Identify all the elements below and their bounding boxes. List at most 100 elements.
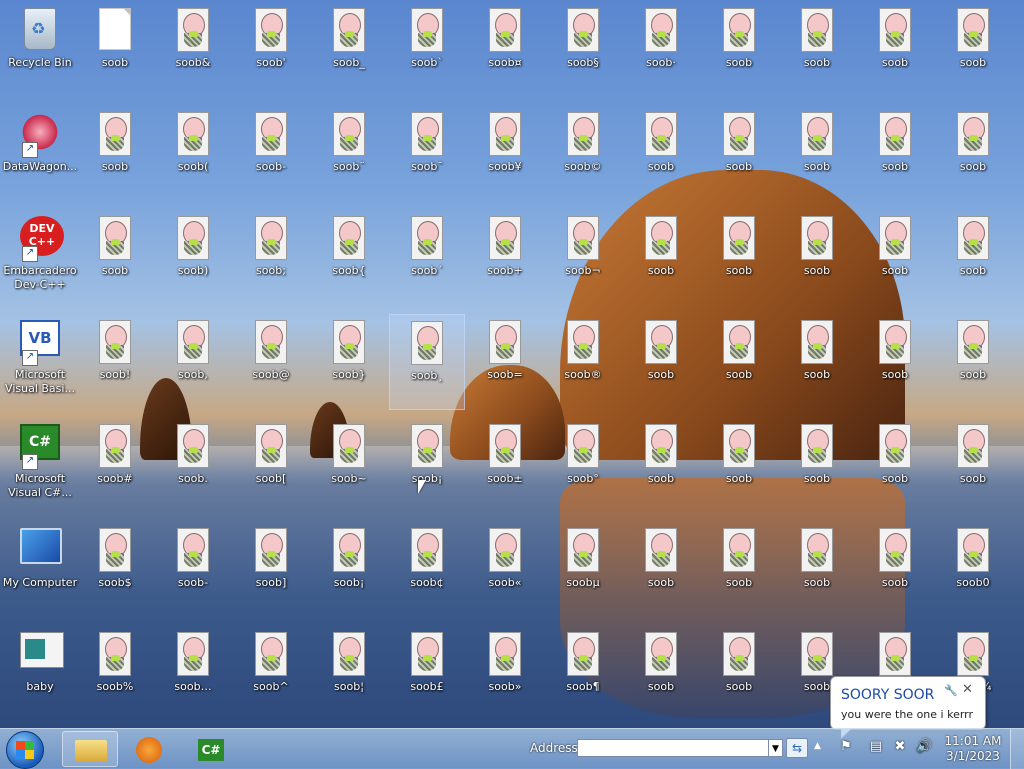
desktop-icon-soob[interactable]: soobµ (545, 522, 621, 618)
desktop-icon-soob[interactable]: soob_ (311, 2, 387, 98)
desktop-icon-soob[interactable]: soob, (155, 314, 231, 410)
desktop-icon-soob[interactable]: soob% (77, 626, 153, 722)
desktop-icon-soob[interactable]: soob (701, 210, 777, 306)
desktop-icon-my-computer[interactable]: My Computer (2, 522, 78, 618)
desktop-icon-soob[interactable]: soob (857, 418, 933, 514)
desktop-icon-soob[interactable]: soob° (545, 418, 621, 514)
desktop-icon-soob[interactable]: soob (857, 314, 933, 410)
address-go-button[interactable]: ⇆ (786, 738, 808, 758)
desktop-icon-soob[interactable]: soob (857, 2, 933, 98)
desktop-icon-soob[interactable]: soob( (155, 106, 231, 202)
wrench-icon[interactable]: 🔧 (944, 684, 958, 697)
taskbar-csharp-button[interactable]: C# (182, 731, 238, 767)
desktop-icon-soob[interactable]: soob- (155, 522, 231, 618)
desktop-icon-soob[interactable]: soob (701, 522, 777, 618)
volume-icon[interactable]: 🔊 (916, 739, 932, 755)
desktop-icon-soob[interactable]: soob´ (389, 210, 465, 306)
desktop-icon-soob[interactable]: soob. (155, 418, 231, 514)
desktop-icon-soob[interactable]: soob¬ (545, 210, 621, 306)
taskbar-explorer-button[interactable] (62, 731, 118, 767)
chevron-down-icon[interactable]: ▼ (769, 739, 783, 757)
desktop-icon-soob[interactable]: soob£ (389, 626, 465, 722)
desktop-icon-soob[interactable]: soob¥ (467, 106, 543, 202)
flag-error-icon[interactable]: ✖ (892, 739, 908, 755)
desktop-icon-visual-basic[interactable]: VB ↗ Microsoft Visual Basi... (2, 314, 78, 410)
desktop-icon-soob[interactable]: soob+ (467, 210, 543, 306)
address-input[interactable] (577, 739, 769, 757)
desktop-icon-soob[interactable]: soob¶ (545, 626, 621, 722)
desktop-icon-soob[interactable]: soob= (467, 314, 543, 410)
desktop-icon-soob[interactable]: soob! (77, 314, 153, 410)
desktop-icon-soob[interactable]: soob{ (311, 210, 387, 306)
desktop-icon-soob[interactable]: soob¤ (467, 2, 543, 98)
desktop-icon-soob[interactable]: soob« (467, 522, 543, 618)
notification-balloon[interactable]: SOORY SOOR 🔧 ✕ you were the one i kerrr (830, 676, 986, 739)
desktop-icon-soob[interactable]: soob… (155, 626, 231, 722)
desktop-icon-soob[interactable]: soob- (233, 106, 309, 202)
desktop-icon-soob[interactable]: soob] (233, 522, 309, 618)
desktop-icon-soob[interactable]: soob (935, 314, 1011, 410)
desktop-icon-soob[interactable]: soob& (155, 2, 231, 98)
desktop-icon-soob[interactable]: soob (77, 106, 153, 202)
desktop-icon-soob[interactable]: soob» (467, 626, 543, 722)
clock[interactable]: 11:01 AM 3/1/2023 (944, 734, 1002, 764)
desktop-icon-soob[interactable]: soob (623, 314, 699, 410)
desktop-icon-soob[interactable]: soob§ (545, 2, 621, 98)
action-center-icon[interactable]: ⚑ (838, 739, 854, 755)
close-icon[interactable]: ✕ (962, 682, 973, 697)
desktop-icon-soob[interactable]: soob (779, 106, 855, 202)
desktop-icon-soob[interactable]: soob# (77, 418, 153, 514)
desktop-icon-soob[interactable]: soob (779, 418, 855, 514)
desktop-icon-soob[interactable]: soob (623, 626, 699, 722)
desktop-icon-soob[interactable]: soob) (155, 210, 231, 306)
desktop-icon-soob[interactable]: soob¡ (311, 522, 387, 618)
desktop-icon-datawagon[interactable]: ↗ DataWagon... (2, 106, 78, 202)
desktop-icon-soob[interactable]: soob (779, 522, 855, 618)
desktop-icon-soob[interactable]: soob (701, 626, 777, 722)
desktop-icon-soob[interactable]: soob (623, 106, 699, 202)
desktop-icon-soob[interactable]: soob$ (77, 522, 153, 618)
desktop-icon-soob[interactable]: soob (623, 210, 699, 306)
desktop-icon-soob[interactable]: soob (623, 522, 699, 618)
desktop-icon-soob[interactable]: soob (701, 2, 777, 98)
desktop-icon-soob[interactable]: soob (623, 418, 699, 514)
desktop-icon-soob[interactable]: soob (935, 106, 1011, 202)
desktop-icon-soob[interactable]: soob (77, 2, 153, 98)
desktop-icon-soob[interactable]: soob` (389, 2, 465, 98)
desktop-icon-visual-csharp[interactable]: C# ↗ Microsoft Visual C#... (2, 418, 78, 514)
desktop-icon-soob[interactable]: soob± (467, 418, 543, 514)
desktop-icon-soob[interactable]: soob~ (311, 418, 387, 514)
desktop-icon-soob[interactable]: soob; (233, 210, 309, 306)
start-button[interactable] (6, 731, 44, 769)
show-desktop-button[interactable] (1010, 729, 1024, 769)
desktop-icon-soob[interactable]: soob@ (233, 314, 309, 410)
desktop-icon-soob[interactable]: soob (701, 106, 777, 202)
desktop-icon-soob[interactable]: soob¨ (311, 106, 387, 202)
desktop-icon-soob[interactable]: soob· (623, 2, 699, 98)
desktop-icon-soob[interactable]: soob (77, 210, 153, 306)
desktop-icon-recycle-bin[interactable]: Recycle Bin (2, 2, 78, 98)
desktop-icon-soob[interactable]: soob (857, 106, 933, 202)
desktop-icon-soob[interactable]: soob (935, 210, 1011, 306)
desktop-icon-soob[interactable]: soob (779, 210, 855, 306)
desktop-icon-soob[interactable]: soob (701, 314, 777, 410)
desktop-icon-soob[interactable]: soob¡ (389, 418, 465, 514)
desktop-icon-soob[interactable]: soob (779, 314, 855, 410)
desktop-icon-soob[interactable]: soob} (311, 314, 387, 410)
desktop-icon-soob[interactable]: soob¢ (389, 522, 465, 618)
desktop-icon-soob[interactable]: soob' (233, 2, 309, 98)
desktop-icon-soob[interactable]: soob© (545, 106, 621, 202)
desktop-icon-soob[interactable]: soob (935, 2, 1011, 98)
desktop-icon-soob[interactable]: soob (857, 210, 933, 306)
taskbar-media-player-button[interactable] (122, 731, 178, 767)
desktop-icon-soob[interactable]: soob® (545, 314, 621, 410)
desktop-icon-soob[interactable]: soob (701, 418, 777, 514)
desktop-icon-soob[interactable]: soob¦ (311, 626, 387, 722)
desktop-icon-soob[interactable]: soob (935, 418, 1011, 514)
desktop-icon-embarcadero[interactable]: DEV C++ ↗ Embarcadero Dev-C++ (2, 210, 78, 306)
desktop-icon-soob[interactable]: soob¸ (389, 314, 465, 410)
desktop-icon-baby[interactable]: baby (2, 626, 78, 722)
desktop-icon-soob[interactable]: soob¯ (389, 106, 465, 202)
desktop-icon-soob[interactable]: soob[ (233, 418, 309, 514)
desktop-icon-soob[interactable]: soob (857, 522, 933, 618)
